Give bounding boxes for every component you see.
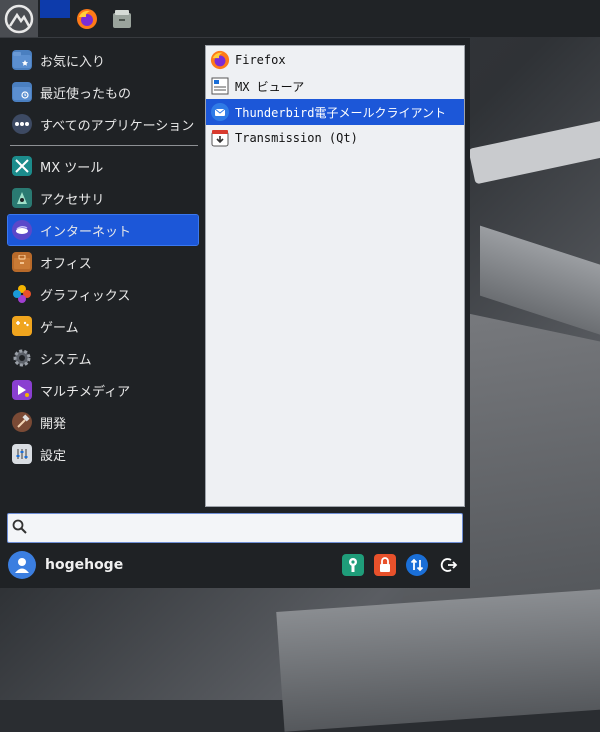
category-all-apps[interactable]: すべてのアプリケーション	[8, 109, 198, 139]
favorites-folder-icon	[12, 50, 32, 70]
firefox-icon[interactable]	[74, 0, 100, 37]
category-games[interactable]: ゲーム	[8, 311, 198, 341]
category-label: お気に入り	[40, 54, 106, 70]
category-system[interactable]: システム	[8, 343, 198, 373]
app-list: Firefox MX ビューア Thunderbird電子メールクライアント T…	[205, 45, 465, 507]
settings-wrench-icon[interactable]	[342, 554, 364, 576]
all-apps-icon	[12, 114, 32, 134]
category-label: MX ツール	[40, 160, 104, 176]
wallpaper-shape	[276, 588, 600, 732]
category-label: アクセサリ	[40, 192, 105, 208]
search-box	[7, 513, 463, 543]
category-favorites[interactable]: お気に入り	[8, 45, 198, 75]
search-input[interactable]	[36, 518, 458, 540]
category-label: グラフィックス	[40, 288, 131, 304]
app-label: MX ビューア	[235, 79, 305, 94]
settings-icon	[12, 444, 32, 464]
office-icon	[12, 252, 32, 272]
category-mx-tools[interactable]: MX ツール	[8, 151, 198, 181]
user-info[interactable]: hogehoge	[8, 550, 123, 580]
thunderbird-icon	[210, 102, 230, 122]
games-icon	[12, 316, 32, 336]
internet-icon	[12, 220, 32, 240]
app-firefox[interactable]: Firefox	[206, 47, 464, 73]
user-name: hogehoge	[45, 557, 124, 573]
category-label: インターネット	[40, 224, 132, 240]
app-thunderbird[interactable]: Thunderbird電子メールクライアント	[206, 99, 464, 125]
wallpaper-shape	[468, 111, 600, 185]
session-actions	[342, 554, 460, 576]
taskbar	[0, 0, 600, 37]
switch-user-icon[interactable]	[406, 554, 428, 576]
app-transmission[interactable]: Transmission (Qt)	[206, 125, 464, 151]
category-label: 設定	[40, 448, 67, 464]
firefox-icon	[210, 50, 230, 70]
category-label: マルチメディア	[40, 384, 131, 400]
accessories-icon	[12, 188, 32, 208]
category-label: ゲーム	[40, 320, 79, 336]
category-accessories[interactable]: アクセサリ	[8, 183, 198, 213]
category-list: お気に入り 最近使ったもの すべてのアプリケーション MX ツール アクセサリ …	[0, 38, 205, 508]
category-office[interactable]: オフィス	[8, 247, 198, 277]
search-icon	[12, 519, 28, 539]
category-settings[interactable]: 設定	[8, 439, 198, 469]
mx-tools-icon	[12, 156, 32, 176]
app-label: Firefox	[235, 53, 286, 67]
app-mx-viewer[interactable]: MX ビューア	[206, 73, 464, 99]
file-manager-icon[interactable]	[108, 0, 136, 37]
system-gear-icon	[12, 348, 32, 368]
logout-icon[interactable]	[438, 554, 460, 576]
category-label: 開発	[40, 416, 67, 432]
category-development[interactable]: 開発	[8, 407, 198, 437]
avatar	[8, 551, 36, 579]
category-label: システム	[40, 352, 92, 368]
category-label: オフィス	[40, 256, 92, 272]
category-recent[interactable]: 最近使ったもの	[8, 77, 198, 107]
divider	[10, 145, 198, 146]
category-graphics[interactable]: グラフィックス	[8, 279, 198, 309]
category-multimedia[interactable]: マルチメディア	[8, 375, 198, 405]
transmission-icon	[210, 128, 230, 148]
recent-folder-icon	[12, 82, 32, 102]
active-window[interactable]	[40, 0, 70, 18]
multimedia-icon	[12, 380, 32, 400]
lock-icon[interactable]	[374, 554, 396, 576]
mx-viewer-icon	[210, 76, 230, 96]
category-internet[interactable]: インターネット	[7, 214, 199, 246]
category-label: 最近使ったもの	[40, 86, 132, 102]
category-label: すべてのアプリケーション	[40, 118, 195, 134]
app-label: Thunderbird電子メールクライアント	[235, 105, 446, 120]
application-menu: お気に入り 最近使ったもの すべてのアプリケーション MX ツール アクセサリ …	[0, 38, 470, 588]
graphics-icon	[12, 284, 32, 304]
app-label: Transmission (Qt)	[235, 131, 358, 145]
mx-start-icon[interactable]	[0, 0, 38, 37]
development-hammer-icon	[12, 412, 32, 432]
